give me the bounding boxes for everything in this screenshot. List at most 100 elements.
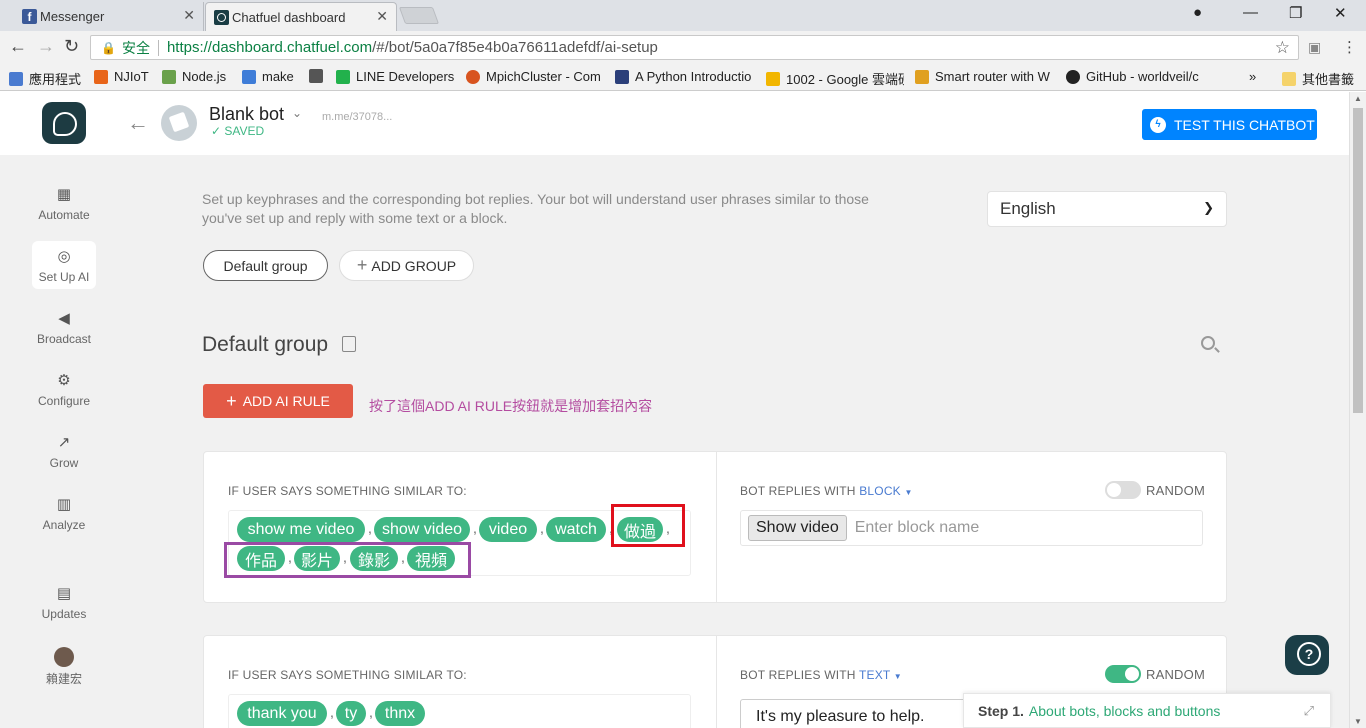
chatfuel-icon xyxy=(214,10,229,25)
sidebar-item-automate[interactable]: ▦ Automate xyxy=(32,185,96,222)
bookmark-google-drive[interactable]: 1002 - Google 雲端硬 xyxy=(766,69,904,88)
bookmark-label: Node.js xyxy=(182,69,227,84)
block-chip[interactable]: Show video xyxy=(748,515,847,541)
sidebar-item-label: Analyze xyxy=(42,518,86,532)
phrase-tag[interactable]: show me video xyxy=(237,517,365,542)
close-window-icon[interactable]: ✕ xyxy=(1334,4,1347,22)
language-select[interactable]: English ❯ xyxy=(987,191,1227,227)
add-ai-rule-button[interactable]: + ADD AI RULE xyxy=(203,384,353,418)
chevron-down-icon[interactable]: ⌄ xyxy=(292,106,302,120)
if-user-says-label: IF USER SAYS SOMETHING SIMILAR TO: xyxy=(228,484,467,498)
back-arrow-icon[interactable]: ← xyxy=(127,110,149,136)
help-button[interactable] xyxy=(1285,635,1329,675)
caret-down-icon: ▼ xyxy=(893,672,902,681)
tab-chatfuel-dashboard[interactable]: Chatfuel dashboard ✕ xyxy=(205,2,397,31)
more-bookmarks-icon[interactable]: » xyxy=(1249,69,1263,84)
url-bar[interactable]: 🔒 安全 https://dashboard.chatfuel.com/#/bo… xyxy=(90,35,1299,60)
scroll-up-icon[interactable]: ▲ xyxy=(1354,94,1362,103)
phrase-tag[interactable]: video xyxy=(479,517,537,542)
bookmark-python-intro[interactable]: A Python Introductio xyxy=(615,69,755,84)
restore-icon[interactable]: ❐ xyxy=(1289,4,1302,22)
close-tab-icon[interactable]: ✕ xyxy=(376,8,388,25)
expand-icon[interactable]: ⤢ xyxy=(1304,703,1314,719)
sidebar-item-analyze[interactable]: ▥ Analyze xyxy=(32,495,96,532)
back-arrow-icon[interactable]: ← xyxy=(9,36,27,57)
random-toggle[interactable] xyxy=(1105,665,1141,683)
bookmark-mpichcluster[interactable]: MpichCluster - Com xyxy=(466,69,603,84)
ubuntu-icon xyxy=(466,69,480,84)
check-icon: ✓ xyxy=(211,124,225,138)
bookmark-star-icon[interactable]: ☆ xyxy=(1275,38,1290,58)
bookmark-line-developers[interactable]: LINE Developers xyxy=(336,69,458,84)
sidebar-item-broadcast[interactable]: ◀ Broadcast xyxy=(32,309,96,346)
intro-line: Set up keyphrases and the corresponding … xyxy=(202,191,869,207)
sidebar-item-grow[interactable]: ↗ Grow xyxy=(32,433,96,470)
step-link[interactable]: About bots, blocks and buttons xyxy=(1029,703,1220,719)
tab-messenger[interactable]: f Messenger ✕ xyxy=(14,2,204,31)
bookmark-make[interactable]: make xyxy=(242,69,302,84)
onboarding-step-panel[interactable]: Step 1. About bots, blocks and buttons ⤢ xyxy=(963,693,1331,728)
group-title[interactable]: Default group xyxy=(202,333,328,357)
forward-arrow-icon[interactable]: → xyxy=(37,36,55,57)
add-group-button[interactable]: + ADD GROUP xyxy=(339,250,474,281)
random-label: RANDOM xyxy=(1146,483,1205,498)
reply-type-dropdown[interactable]: BLOCK ▼ xyxy=(859,484,912,498)
url-text: https://dashboard.chatfuel.com/#/bot/5a0… xyxy=(167,39,658,56)
scrollbar-thumb[interactable] xyxy=(1353,108,1363,413)
scroll-down-icon[interactable]: ▼ xyxy=(1354,717,1362,726)
megaphone-icon: ◀ xyxy=(58,310,70,327)
grid-icon xyxy=(615,69,629,84)
bookmark-github[interactable]: GitHub - worldveil/c xyxy=(1066,69,1204,84)
reload-icon[interactable]: ↻ xyxy=(64,36,79,57)
close-tab-icon[interactable]: ✕ xyxy=(183,7,195,24)
bookmark-unnamed[interactable] xyxy=(309,69,329,83)
sidebar-item-profile[interactable]: 賴建宏 xyxy=(32,647,96,687)
phrase-tag[interactable]: show video xyxy=(374,517,470,542)
search-icon[interactable] xyxy=(1201,336,1215,350)
sidebar-item-updates[interactable]: ▤ Updates xyxy=(32,584,96,621)
bookmark-smart-router[interactable]: Smart router with W xyxy=(915,69,1052,84)
new-tab-button[interactable] xyxy=(398,7,440,24)
bookmark-apps[interactable]: 應用程式 xyxy=(9,69,87,88)
group-pill-default[interactable]: Default group xyxy=(203,250,328,281)
page-scrollbar[interactable]: ▲ ▼ xyxy=(1349,92,1366,728)
bookmark-njiot[interactable]: NJIoT xyxy=(94,69,154,84)
chevron-down-icon: ❯ xyxy=(1203,200,1214,215)
phrase-tag[interactable]: watch xyxy=(546,517,606,542)
chatfuel-logo[interactable] xyxy=(42,102,86,144)
test-chatbot-button[interactable]: ϟ TEST THIS CHATBOT xyxy=(1142,109,1317,140)
copy-icon[interactable] xyxy=(342,336,356,352)
profile-icon[interactable]: ● xyxy=(1193,4,1202,21)
bot-avatar[interactable] xyxy=(161,105,197,141)
sidebar-item-set-up-ai[interactable]: ◎ Set Up AI xyxy=(32,241,96,289)
phrase-tag[interactable]: thnx xyxy=(375,701,425,726)
url-host: https://dashboard.chatfuel.com xyxy=(166,39,373,56)
bot-name[interactable]: Blank bot xyxy=(209,104,284,125)
mme-link[interactable]: m.me/37078... xyxy=(322,111,392,123)
menu-icon[interactable]: ⋮ xyxy=(1342,38,1357,56)
phrase-tag[interactable]: thank you xyxy=(237,701,327,726)
reply-type: TEXT xyxy=(858,668,891,682)
avatar xyxy=(54,647,74,667)
reply-type-dropdown[interactable]: TEXT ▼ xyxy=(859,668,902,682)
bookmark-label: make xyxy=(262,69,294,84)
line-icon xyxy=(336,69,350,84)
github-icon xyxy=(1066,69,1080,84)
saved-status: ✓ SAVED xyxy=(211,124,264,138)
text-reply-field[interactable]: It's my pleasure to help. xyxy=(740,699,975,728)
comma: , xyxy=(369,704,373,720)
bookmark-nodejs[interactable]: Node.js xyxy=(162,69,234,84)
random-toggle[interactable] xyxy=(1105,481,1141,499)
grow-icon: ↗ xyxy=(57,434,71,451)
block-name-placeholder: Enter block name xyxy=(854,519,980,536)
block-name-input[interactable]: Show video Enter block name xyxy=(740,510,1203,546)
caret-down-icon: ▼ xyxy=(904,488,913,497)
sidebar-item-configure[interactable]: ⚙ Configure xyxy=(32,371,96,408)
make-icon xyxy=(242,69,256,84)
extension-icon[interactable]: ▣ xyxy=(1308,39,1321,56)
minimize-icon[interactable]: — xyxy=(1243,4,1258,21)
intro-text: Set up keyphrases and the corresponding … xyxy=(202,190,902,228)
user-phrases-field[interactable]: thank you , ty , thnx xyxy=(228,694,691,728)
phrase-tag[interactable]: ty xyxy=(336,701,366,726)
other-bookmarks-folder[interactable]: 其他書籤 xyxy=(1282,69,1354,88)
